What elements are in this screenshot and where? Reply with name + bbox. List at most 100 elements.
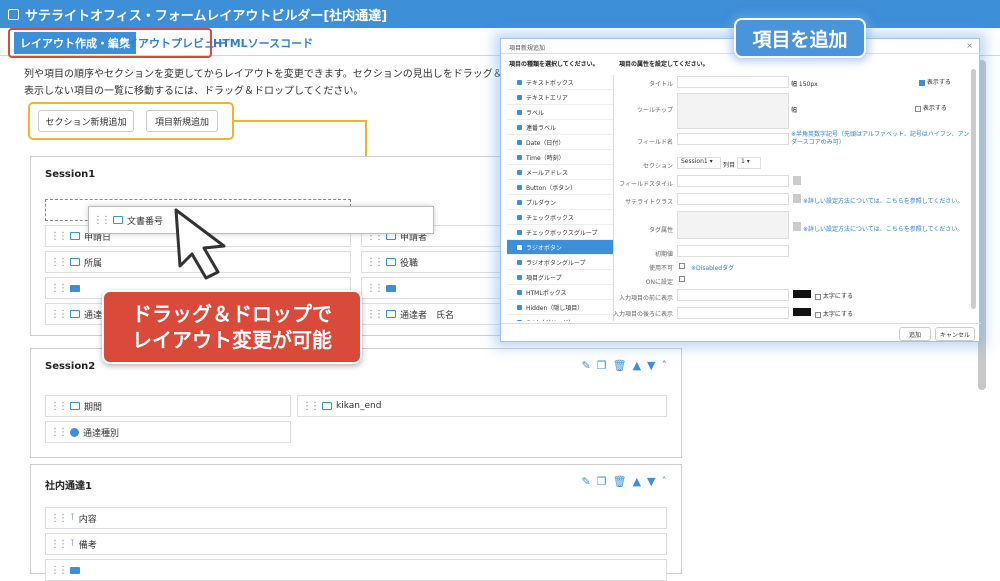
drag-handle-icon[interactable]: ⋮⋮ (50, 283, 68, 294)
section-select[interactable]: Session1 ▾ (677, 157, 721, 169)
close-icon[interactable]: × (966, 41, 973, 50)
type-list-item[interactable]: チェックボックスグループ (507, 225, 613, 240)
type-list-item[interactable]: 連番ラベル (507, 120, 613, 135)
drag-handle-icon[interactable]: ⋮⋮ (366, 257, 384, 268)
collapse-icon[interactable]: ˆ (662, 475, 668, 488)
drag-handle-icon[interactable]: ⋮⋮ (50, 257, 68, 268)
type-list-item[interactable]: テキストエリア (507, 90, 613, 105)
prefix-color-swatch[interactable] (793, 290, 811, 298)
type-list-item[interactable]: Hidden（隠し項目） (507, 300, 613, 315)
drag-handle-icon[interactable]: ⋮⋮ (50, 401, 68, 412)
show-label: 表示する (922, 105, 947, 112)
initial-input[interactable] (677, 245, 789, 257)
suffix-bold-checkbox[interactable]: 太字にする (815, 309, 853, 318)
show-checkbox[interactable]: 表示する (919, 77, 951, 86)
fieldstyle-label: フィールドスタイル (619, 181, 673, 188)
edit-icon[interactable]: ✎ (582, 359, 591, 372)
left-heading: 項目の種類を選択してください。 (509, 61, 599, 68)
type-list-item[interactable]: プルダウン (507, 195, 613, 210)
modal-cancel-button[interactable]: キャンセル (935, 327, 975, 341)
tooltip-textarea[interactable] (677, 93, 789, 129)
type-label: Date（日付） (526, 139, 565, 147)
type-list-item[interactable]: HTMLボックス (507, 285, 613, 300)
tagattr-textarea[interactable] (677, 211, 789, 239)
col-label: 列目 (723, 162, 736, 169)
help-icon[interactable] (793, 222, 801, 231)
field-item[interactable]: ⋮⋮ kikan_end (297, 395, 667, 417)
add-item-button[interactable]: 項目新規追加 (146, 110, 218, 132)
delete-icon[interactable]: 🗑 (613, 475, 627, 488)
on-checkbox[interactable] (679, 276, 685, 282)
app-icon (8, 8, 19, 20)
satclass-input[interactable] (677, 193, 789, 205)
type-label: 項目グループ (526, 274, 562, 282)
drag-handle-icon[interactable]: ⋮⋮ (50, 565, 68, 576)
drag-handle-icon[interactable]: ⋮⋮ (50, 231, 68, 242)
modal-scrollbar[interactable] (971, 69, 976, 309)
tag-note[interactable]: ※詳しい設定方法については、こちらを参照してください。 (803, 224, 963, 233)
field-item[interactable]: ⋮⋮ ⊺ 備考 (45, 533, 667, 555)
type-list-item[interactable]: Button（ボタン） (507, 180, 613, 195)
suffix-input[interactable] (677, 307, 789, 319)
section-session2[interactable]: Session2 ✎ ❐ 🗑 ▲ ▼ ˆ ⋮⋮ 期間 ⋮⋮ kikan_end ⋮⋮ 通達種別 (30, 348, 682, 458)
type-list-item[interactable]: ラジオボタン (507, 240, 613, 255)
section-shanai-tsutatsu1[interactable]: 社内通達1 ✎ ❐ 🗑 ▲ ▼ ˆ ⋮⋮ ⊺ 内容 ⋮⋮ ⊺ 備考 ⋮⋮ (30, 464, 682, 581)
type-list-item[interactable]: チェックボックス (507, 210, 613, 225)
drag-handle-icon[interactable]: ⋮⋮ (93, 215, 111, 226)
drag-handle-icon[interactable]: ⋮⋮ (50, 309, 68, 320)
drag-handle-icon[interactable]: ⋮⋮ (366, 309, 384, 320)
type-list-item[interactable]: Date（日付） (507, 135, 613, 150)
field-item[interactable]: ⋮⋮ ⊺ 内容 (45, 507, 667, 529)
prefix-input[interactable] (677, 289, 789, 301)
type-list-item[interactable]: 項目グループ (507, 270, 613, 285)
field-label: 備考 (78, 540, 97, 551)
move-down-icon[interactable]: ▼ (647, 359, 655, 372)
drag-handle-icon[interactable]: ⋮⋮ (50, 513, 68, 524)
prefix-bold-checkbox[interactable]: 太字にする (815, 291, 853, 300)
help-icon[interactable] (793, 194, 801, 203)
disabled-checkbox[interactable] (679, 263, 685, 269)
field-label: 所属 (84, 258, 103, 269)
type-list-item[interactable]: Grid（グリッド） (507, 315, 613, 321)
help-icon[interactable] (793, 176, 801, 185)
type-list-item[interactable]: テキストボックス (507, 75, 613, 90)
field-item[interactable]: ⋮⋮ (45, 559, 667, 581)
suffix-color-swatch[interactable] (793, 308, 811, 316)
tab-html-source[interactable]: HTMLソースコード (207, 32, 319, 54)
show-label: 表示する (926, 79, 951, 86)
delete-icon[interactable]: 🗑 (613, 359, 627, 372)
move-down-icon[interactable]: ▼ (647, 475, 655, 488)
fieldname-input[interactable] (677, 133, 789, 145)
fieldstyle-input[interactable] (677, 175, 789, 187)
col-select[interactable]: 1 ▾ (737, 157, 761, 169)
show-checkbox-2[interactable]: 表示する (915, 103, 947, 112)
class-note[interactable]: ※詳しい設定方法については、こちらを参照してください。 (803, 196, 963, 205)
drag-handle-icon[interactable]: ⋮⋮ (50, 539, 68, 550)
move-up-icon[interactable]: ▲ (633, 475, 641, 488)
drag-handle-icon[interactable]: ⋮⋮ (302, 401, 320, 412)
textbox-icon (70, 258, 80, 266)
section-controls: ✎ ❐ 🗑 ▲ ▼ ˆ (582, 359, 668, 372)
type-list-item[interactable]: ラベル (507, 105, 613, 120)
drag-handle-icon[interactable]: ⋮⋮ (366, 283, 384, 294)
edit-icon[interactable]: ✎ (582, 475, 591, 488)
copy-icon[interactable]: ❐ (597, 359, 607, 372)
type-icon (517, 94, 522, 100)
add-section-button[interactable]: セクション新規追加 (38, 110, 134, 132)
field-item[interactable]: ⋮⋮ 通達種別 (45, 421, 291, 443)
section-controls: ✎ ❐ 🗑 ▲ ▼ ˆ (582, 475, 668, 488)
drag-handle-icon[interactable]: ⋮⋮ (50, 427, 68, 438)
prefix-label: 入力項目の前に表示 (618, 295, 673, 302)
type-icon (517, 154, 522, 160)
field-item[interactable]: ⋮⋮ 期間 (45, 395, 291, 417)
copy-icon[interactable]: ❐ (597, 475, 607, 488)
collapse-icon[interactable]: ˆ (662, 359, 668, 372)
type-icon (517, 274, 522, 280)
modal-add-button[interactable]: 追加 (899, 327, 931, 341)
move-up-icon[interactable]: ▲ (633, 359, 641, 372)
section-title: 社内通達1 (45, 481, 92, 492)
type-list-item[interactable]: Time（時刻） (507, 150, 613, 165)
type-list-item[interactable]: メールアドレス (507, 165, 613, 180)
dragged-field-item[interactable]: ⋮⋮ 文書番号 (88, 206, 434, 234)
type-list-item[interactable]: ラジオボタングループ (507, 255, 613, 270)
